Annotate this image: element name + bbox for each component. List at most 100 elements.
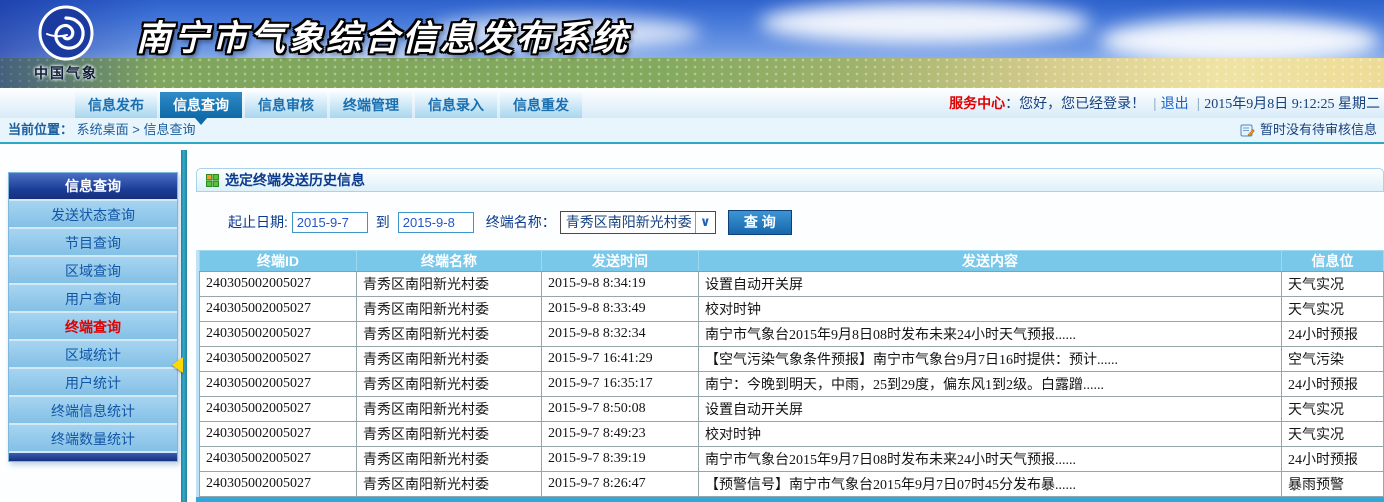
cell-send-content: 【预警信号】南宁市气象台2015年9月7日07时45分发布暴...... xyxy=(699,472,1282,497)
table-row[interactable]: 240305002005027 青秀区南阳新光村委 2015-9-8 8:34:… xyxy=(200,272,1384,297)
cell-terminal-id: 240305002005027 xyxy=(200,447,357,472)
sidebar-menu: 信息查询 发送状态查询 节目查询 区域查询 用户查询 终端查询 区域统计 用户统… xyxy=(8,172,178,462)
sidebar-item[interactable]: 终端信息统计 xyxy=(9,395,177,423)
table-row[interactable]: 240305002005027 青秀区南阳新光村委 2015-9-7 8:49:… xyxy=(200,422,1384,447)
breadcrumb-path[interactable]: 系统桌面 xyxy=(77,122,129,137)
breadcrumb: 当前位置： 系统桌面 > 信息查询 xyxy=(8,118,1384,142)
cell-send-content: 设置自动开关屏 xyxy=(699,272,1282,297)
cell-terminal-name: 青秀区南阳新光村委 xyxy=(357,272,542,297)
cell-send-content: 南宁市气象台2015年9月7日08时发布未来24小时天气预报...... xyxy=(699,447,1282,472)
bottom-border-strip xyxy=(196,497,1384,502)
table-row[interactable]: 240305002005027 青秀区南阳新光村委 2015-9-8 8:33:… xyxy=(200,297,1384,322)
sidebar-item[interactable]: 区域查询 xyxy=(9,255,177,283)
collapse-arrow-icon[interactable] xyxy=(172,357,183,373)
col-info-type: 信息位 xyxy=(1282,251,1384,272)
separator: | xyxy=(1197,95,1201,111)
sidebar-item[interactable]: 终端查询 xyxy=(9,311,177,339)
cell-send-time: 2015-9-7 8:26:47 xyxy=(542,472,699,497)
query-button[interactable]: 查 询 xyxy=(728,210,792,235)
history-table-wrap: 终端ID 终端名称 发送时间 发送内容 信息位 240305002005027 … xyxy=(196,250,1384,497)
nav-tab[interactable]: 终端管理 xyxy=(330,92,412,118)
terminal-name-label: 终端名称： xyxy=(486,212,556,232)
breadcrumb-location-label: 当前位置： xyxy=(8,122,73,137)
date-from-input[interactable] xyxy=(292,212,368,233)
cell-send-time: 2015-9-7 16:41:29 xyxy=(542,347,699,372)
cell-info-type: 天气实况 xyxy=(1282,272,1384,297)
sidebar-item[interactable]: 节目查询 xyxy=(9,227,177,255)
datetime-text: 2015年9月8日 9:12:25 星期二 xyxy=(1204,97,1380,112)
history-table: 终端ID 终端名称 发送时间 发送内容 信息位 240305002005027 … xyxy=(199,250,1384,497)
cell-terminal-name: 青秀区南阳新光村委 xyxy=(357,447,542,472)
nav-tab[interactable]: 信息重发 xyxy=(500,92,582,118)
panel-header: 选定终端发送历史信息 xyxy=(196,168,1384,192)
cell-terminal-name: 青秀区南阳新光村委 xyxy=(357,397,542,422)
table-row[interactable]: 240305002005027 青秀区南阳新光村委 2015-9-7 8:50:… xyxy=(200,397,1384,422)
sidebar-splitter[interactable] xyxy=(181,150,187,502)
cell-info-type: 24小时预报 xyxy=(1282,372,1384,397)
table-row[interactable]: 240305002005027 青秀区南阳新光村委 2015-9-7 8:26:… xyxy=(200,472,1384,497)
cell-send-time: 2015-9-8 8:34:19 xyxy=(542,272,699,297)
table-row[interactable]: 240305002005027 青秀区南阳新光村委 2015-9-7 16:41… xyxy=(200,347,1384,372)
table-header-row: 终端ID 终端名称 发送时间 发送内容 信息位 xyxy=(200,251,1384,272)
table-body: 240305002005027 青秀区南阳新光村委 2015-9-8 8:34:… xyxy=(200,272,1384,497)
date-range-label: 起止日期: xyxy=(228,212,288,232)
logo-caption: 中国气象 xyxy=(24,63,108,83)
pending-review-notice: 暂时没有待审核信息 xyxy=(1240,118,1377,142)
nav-tab[interactable]: 信息录入 xyxy=(415,92,497,118)
cell-terminal-name: 青秀区南阳新光村委 xyxy=(357,472,542,497)
cell-send-content: 南宁市气象台2015年9月8日08时发布未来24小时天气预报...... xyxy=(699,322,1282,347)
sidebar-item[interactable]: 区域统计 xyxy=(9,339,177,367)
cell-terminal-name: 青秀区南阳新光村委 xyxy=(357,372,542,397)
cell-terminal-id: 240305002005027 xyxy=(200,372,357,397)
cell-info-type: 暴雨预警 xyxy=(1282,472,1384,497)
col-terminal-name: 终端名称 xyxy=(357,251,542,272)
breadcrumb-current: 信息查询 xyxy=(144,122,196,137)
sidebar-header: 信息查询 xyxy=(9,173,177,199)
table-row[interactable]: 240305002005027 青秀区南阳新光村委 2015-9-7 16:35… xyxy=(200,372,1384,397)
cell-terminal-id: 240305002005027 xyxy=(200,297,357,322)
sidebar-item[interactable]: 终端数量统计 xyxy=(9,423,177,451)
cell-info-type: 天气实况 xyxy=(1282,297,1384,322)
cell-send-content: 设置自动开关屏 xyxy=(699,397,1282,422)
cell-terminal-name: 青秀区南阳新光村委 xyxy=(357,322,542,347)
app-window: 中国气象 南宁市气象综合信息发布系统 信息发布 信息查询 信息审核 终端管理 信… xyxy=(0,0,1384,502)
cell-send-content: 【空气污染气象条件预报】南宁市气象台9月7日16时提供：预计...... xyxy=(699,347,1282,372)
sidebar-item[interactable]: 发送状态查询 xyxy=(9,199,177,227)
nav-tab[interactable]: 信息查询 xyxy=(160,92,242,118)
cell-send-time: 2015-9-8 8:32:34 xyxy=(542,322,699,347)
breadcrumb-bar: 当前位置： 系统桌面 > 信息查询 暂时没有待审核信息 xyxy=(0,118,1384,144)
cell-terminal-name: 青秀区南阳新光村委 xyxy=(357,297,542,322)
col-send-content: 发送内容 xyxy=(699,251,1282,272)
sidebar-item[interactable]: 用户统计 xyxy=(9,367,177,395)
cell-send-time: 2015-9-7 8:39:19 xyxy=(542,447,699,472)
breadcrumb-separator: > xyxy=(132,122,140,137)
sidebar-item[interactable]: 用户查询 xyxy=(9,283,177,311)
table-row[interactable]: 240305002005027 青秀区南阳新光村委 2015-9-8 8:32:… xyxy=(200,322,1384,347)
cell-send-content: 南宁：今晚到明天，中雨，25到29度，偏东风1到2级。白露蹭...... xyxy=(699,372,1282,397)
nav-tab[interactable]: 信息发布 xyxy=(75,92,157,118)
col-terminal-id: 终端ID xyxy=(200,251,357,272)
grass-field-decoration xyxy=(0,58,1384,88)
terminal-select-value: 青秀区南阳新光村委 xyxy=(561,212,695,232)
service-center-label: 服务中心 xyxy=(949,95,1005,111)
cell-terminal-id: 240305002005027 xyxy=(200,397,357,422)
date-to-input[interactable] xyxy=(398,212,474,233)
logout-link[interactable]: 退出 xyxy=(1161,95,1189,111)
terminal-select[interactable]: 青秀区南阳新光村委 ∨ xyxy=(560,211,716,234)
pending-review-icon xyxy=(1240,123,1255,138)
cell-info-type: 24小时预报 xyxy=(1282,447,1384,472)
cell-send-content: 校对时钟 xyxy=(699,297,1282,322)
cell-terminal-id: 240305002005027 xyxy=(200,347,357,372)
main-panel: 选定终端发送历史信息 起止日期: 到 终端名称： 青秀区南阳新光村委 ∨ 查 询 xyxy=(196,168,1384,497)
cell-info-type: 24小时预报 xyxy=(1282,322,1384,347)
nav-tab[interactable]: 信息审核 xyxy=(245,92,327,118)
cell-terminal-name: 青秀区南阳新光村委 xyxy=(357,347,542,372)
cell-info-type: 天气实况 xyxy=(1282,397,1384,422)
cell-terminal-id: 240305002005027 xyxy=(200,272,357,297)
cma-logo-icon xyxy=(37,4,95,62)
cloud-decoration xyxy=(760,2,1090,44)
dropdown-arrow-icon[interactable]: ∨ xyxy=(695,212,715,233)
table-row[interactable]: 240305002005027 青秀区南阳新光村委 2015-9-7 8:39:… xyxy=(200,447,1384,472)
login-greeting: ：您好，您已经登录！ xyxy=(1005,95,1145,111)
cell-send-time: 2015-9-7 8:50:08 xyxy=(542,397,699,422)
